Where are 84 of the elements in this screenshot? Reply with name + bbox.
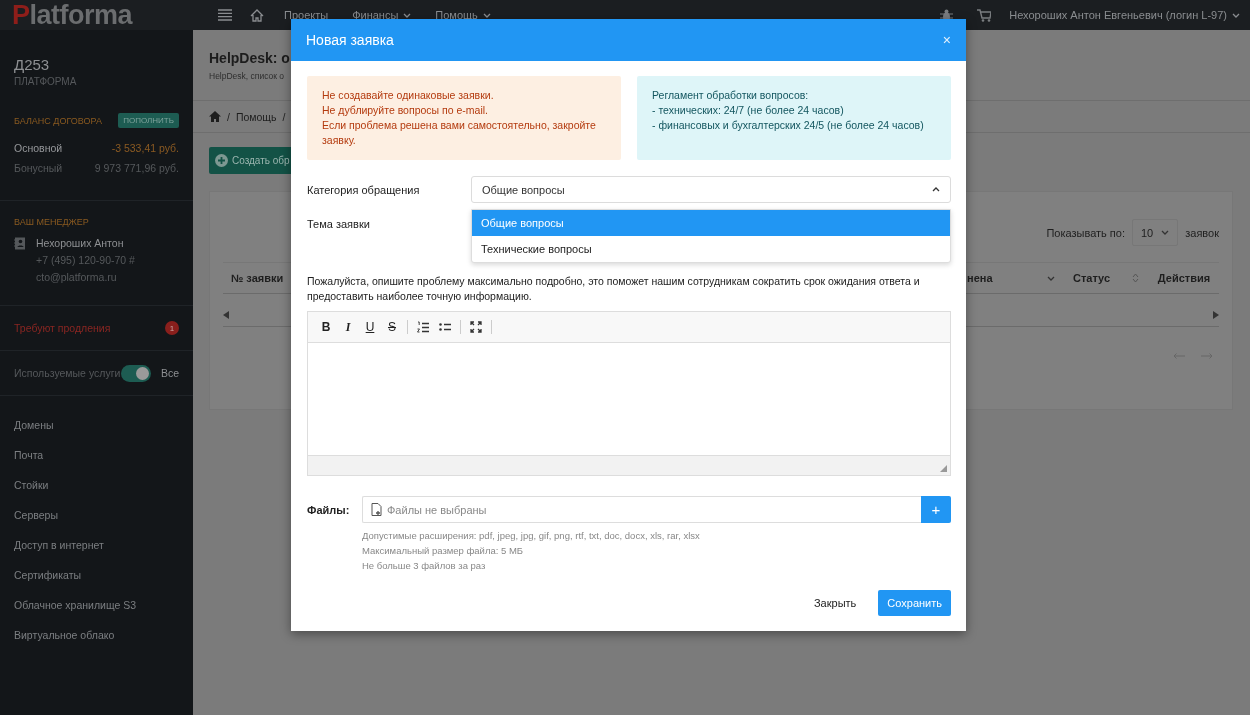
bold-button[interactable]: B — [316, 317, 336, 337]
close-button[interactable]: Закрыть — [807, 596, 863, 610]
description-text: Пожалуйста, опишите проблему максимально подробно, это поможет нашим сотрудникам сократить срок ожидания ответа и предоставить наиболее точную информацию. — [307, 274, 921, 304]
toggle-label: Используемые услуги — [14, 367, 121, 379]
dropdown-option[interactable]: Технические вопросы — [472, 236, 950, 262]
caret-icon — [1232, 12, 1240, 18]
warning-text: Не создавайте одинаковые заявки. — [322, 88, 495, 103]
section-heading: ВАШ МЕНЕДЖЕР — [14, 217, 90, 227]
home-icon[interactable] — [250, 8, 264, 22]
hint-text: Максимальный размер файла: 5 МБ — [362, 545, 525, 556]
section-heading: БАЛАНС ДОГОВОРА — [14, 115, 102, 126]
sidebar-menu-item[interactable]: Почта — [14, 440, 179, 470]
field-label: Категория обращения — [307, 183, 421, 196]
info-text: Регламент обработки вопросов: — [652, 88, 810, 103]
balance-label: Бонусный — [14, 162, 63, 174]
sidebar-menu-item[interactable]: Серверы — [14, 500, 179, 530]
top-up-button[interactable]: ПОПОЛНИТЬ — [118, 113, 179, 128]
sidebar-menu-item[interactable]: Домены — [14, 410, 179, 440]
hint-text: Не больше 3 файлов за раз — [362, 560, 487, 571]
services-toggle[interactable] — [120, 364, 151, 382]
column-header[interactable]: Действия — [1149, 272, 1219, 284]
page-subtitle: HelpDesk, список о — [209, 71, 286, 81]
balance-amount: -3 533,41 руб. — [111, 142, 179, 154]
manager-email: cto@platforma.ru — [36, 271, 118, 283]
breadcrumb-separator: / — [282, 110, 286, 123]
file-input[interactable]: Файлы не выбраны — [362, 496, 921, 523]
field-label: Файлы: — [307, 503, 351, 516]
page-size-unit: заявок — [1185, 226, 1219, 239]
warning-text: Не дублируйте вопросы по e-mail. — [322, 103, 489, 118]
sidebar-menu-item[interactable]: Доступ в интернет — [14, 530, 179, 560]
fullscreen-icon[interactable] — [470, 321, 482, 333]
home-icon[interactable] — [209, 111, 221, 122]
column-header[interactable]: нена — [967, 272, 1063, 284]
breadcrumb-link[interactable]: Помощь — [235, 110, 277, 123]
caret-icon — [1161, 230, 1170, 235]
italic-button[interactable]: I — [338, 317, 358, 337]
scroll-left-icon[interactable] — [223, 311, 229, 319]
info-text: - финансовых и бухгалтерских 24/5 (не более 24 часов) — [652, 118, 925, 133]
add-file-button[interactable]: + — [921, 496, 951, 523]
close-button[interactable]: × — [942, 32, 951, 48]
create-ticket-button[interactable]: Создать обр — [209, 147, 291, 174]
ordered-list-icon[interactable] — [417, 321, 429, 333]
logo[interactable]: Platforma — [0, 0, 193, 30]
cart-icon[interactable] — [977, 8, 992, 22]
file-add-icon — [371, 503, 382, 516]
contact-card-icon — [14, 237, 26, 250]
sidebar-menu-item[interactable]: Стойки — [14, 470, 179, 500]
sidebar-menu-item[interactable]: Сертификаты — [14, 560, 179, 590]
manager-name: Нехороших Антон — [36, 237, 125, 249]
underline-button[interactable]: U — [360, 317, 380, 337]
column-header[interactable]: Статус — [1063, 272, 1149, 284]
balance-amount: 9 973 771,96 руб. — [94, 162, 179, 174]
manager-phone: +7 (495) 120-90-70 # — [36, 254, 135, 266]
page-size-label: Показывать по: — [1046, 226, 1125, 239]
hint-text: Допустимые расширения: pdf, jpeg, jpg, gif, png, rtf, txt, doc, docx, xls, rar, xlsx — [362, 530, 701, 541]
save-button[interactable]: Сохранить — [878, 590, 951, 616]
info-text: - технических: 24/7 (не более 24 часов) — [652, 103, 845, 118]
nav-menu-item[interactable]: Финансы — [352, 9, 412, 21]
resize-grip-icon[interactable] — [940, 465, 947, 472]
warning-text: Если проблема решена вами самостоятельно, закройте заявку. — [322, 118, 597, 148]
page-size-select[interactable]: 10 — [1131, 219, 1179, 246]
plus-circle-icon — [215, 154, 228, 167]
caret-up-icon — [932, 187, 940, 192]
count-badge: 1 — [165, 321, 179, 335]
nav-menu-item[interactable]: Помощь — [435, 9, 491, 21]
page-title: HelpDesk: о — [209, 50, 291, 66]
sidebar-menu-item[interactable]: Виртуальное облако — [14, 620, 179, 650]
menu-icon[interactable] — [218, 9, 232, 21]
category-select[interactable]: Общие вопросы — [471, 176, 951, 203]
strike-button[interactable]: S — [382, 317, 402, 337]
breadcrumb-separator: / — [227, 110, 230, 123]
toggle-value: Все — [160, 367, 179, 379]
user-menu[interactable]: Нехороших Антон Евгеньевич (логин L-97) — [1009, 9, 1240, 21]
scroll-right-icon[interactable] — [1213, 311, 1219, 319]
nav-menu-item[interactable]: Проекты — [284, 9, 329, 21]
account-subtitle: ПЛАТФОРМА — [14, 76, 78, 87]
column-header[interactable]: № заявки — [223, 272, 289, 284]
field-label: Тема заявки — [307, 218, 371, 230]
bullet-list-icon[interactable] — [439, 321, 451, 333]
account-title: Д253 — [14, 55, 51, 73]
modal-title: Новая заявка — [306, 32, 394, 48]
sidebar-menu-item[interactable]: Облачное хранилище S3 — [14, 590, 179, 620]
dropdown-option[interactable]: Общие вопросы — [472, 210, 950, 236]
balance-label: Основной — [14, 142, 63, 154]
